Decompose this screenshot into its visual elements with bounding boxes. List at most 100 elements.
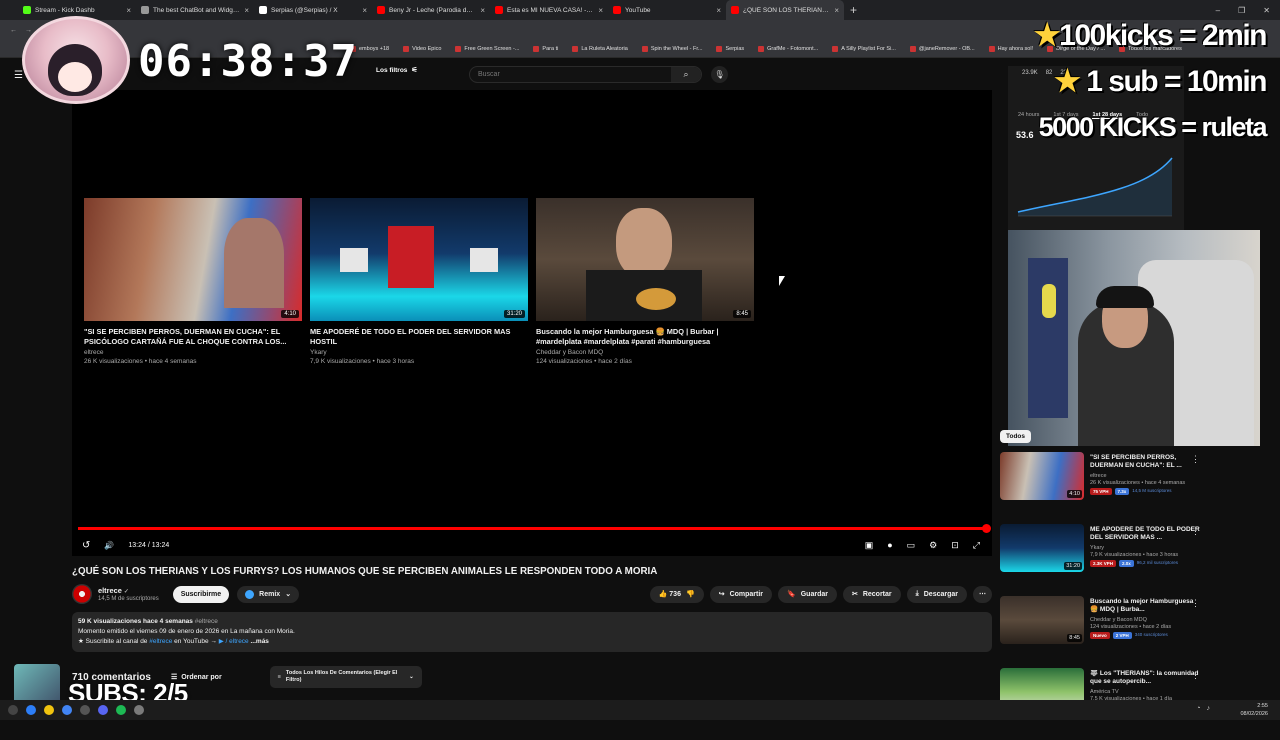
close-tab-icon[interactable]: × xyxy=(244,6,249,15)
recommendation-thumbnail[interactable]: 31:20 xyxy=(1000,524,1084,572)
more-actions-button[interactable]: ⋯ xyxy=(973,585,992,603)
more-options-icon[interactable]: ⋮ xyxy=(1191,598,1200,609)
range-tab[interactable]: 24 hours xyxy=(1018,112,1039,119)
recommendation-title[interactable]: ME APODERÉ DE TODO EL PODER DEL SERVIDOR… xyxy=(1090,526,1200,542)
browser-tab[interactable]: The best ChatBot and Widgets × xyxy=(136,0,254,20)
bookmark-item[interactable]: Free Green Screen -... xyxy=(455,45,519,52)
recommendation-title[interactable]: Buscando la mejor Hamburguesa 🍔 MDQ | Bu… xyxy=(1090,598,1200,614)
save-button[interactable]: 🔖 Guardar xyxy=(778,585,837,603)
close-tab-icon[interactable]: × xyxy=(126,6,131,15)
endcard-title[interactable]: Buscando la mejor Hamburguesa 🍔 MDQ | Bu… xyxy=(536,327,754,347)
browser-tab[interactable]: YouTube × xyxy=(608,0,726,20)
browser-tab[interactable]: Beny Jr - Leche (Parodia de BO × xyxy=(372,0,490,20)
browser-tab[interactable]: ¿QUÉ SON LOS THERIANS Y LO × xyxy=(726,0,844,20)
progress-knob[interactable] xyxy=(982,524,991,533)
wifi-icon[interactable]: ◔ xyxy=(1196,705,1200,712)
recommendation-item[interactable]: 4:10 "SI SE PERCIBEN PERROS, DUERMAN EN C… xyxy=(1000,452,1210,524)
endcard-title[interactable]: "SI SE PERCIBEN PERROS, DUERMAN EN CUCHA… xyxy=(84,327,302,347)
recommendation-channel[interactable]: América TV xyxy=(1090,689,1200,695)
recommendation-item[interactable]: 8:45 Buscando la mejor Hamburguesa 🍔 MDQ … xyxy=(1000,596,1210,668)
recommendation-item[interactable]: 31:20 ME APODERÉ DE TODO EL PODER DEL SER… xyxy=(1000,524,1210,596)
spotify-icon[interactable] xyxy=(116,705,126,715)
folder-icon[interactable] xyxy=(44,705,54,715)
close-tab-icon[interactable]: × xyxy=(598,6,603,15)
bookmark-item[interactable]: @janeRemover - OB... xyxy=(909,45,975,52)
bookmark-item[interactable]: Video Epico xyxy=(403,45,441,52)
replay-icon[interactable]: ↺ xyxy=(82,540,90,551)
discord-icon[interactable] xyxy=(98,705,108,715)
endcard-video[interactable]: 4:10 "SI SE PERCIBEN PERROS, DUERMAN EN … xyxy=(84,198,302,365)
chrome-icon[interactable] xyxy=(62,705,72,715)
forward-icon[interactable]: → xyxy=(25,27,32,34)
minimize-button[interactable]: – xyxy=(1216,6,1220,15)
description-hashtag-link[interactable]: #eltrece xyxy=(149,638,172,645)
obs-icon[interactable] xyxy=(134,705,144,715)
subscribe-button[interactable]: Suscribirme xyxy=(172,585,230,603)
close-tab-icon[interactable]: × xyxy=(480,6,485,15)
endcard-video[interactable]: 8:45 Buscando la mejor Hamburguesa 🍔 MDQ… xyxy=(536,198,754,365)
remix-button[interactable]: Remix ⌄ xyxy=(237,585,300,603)
show-more-link[interactable]: ...más xyxy=(251,638,269,645)
more-options-icon[interactable]: ⋮ xyxy=(1191,454,1200,465)
more-options-icon[interactable]: ⋮ xyxy=(1191,526,1200,537)
recommendation-title[interactable]: "SI SE PERCIBEN PERROS, DUERMAN EN CUCHA… xyxy=(1090,454,1200,470)
recommendation-thumbnail[interactable]: 8:45 xyxy=(1000,596,1084,644)
dislike-button[interactable]: 👎 xyxy=(686,590,695,598)
recommendation-channel[interactable]: Ykary xyxy=(1090,545,1200,551)
endcard-thumbnail[interactable]: 31:20 xyxy=(310,198,528,321)
browser-tab[interactable]: Esta es MI NUEVA CASA! - Yo × xyxy=(490,0,608,20)
bookmark-item[interactable]: Para ti xyxy=(533,45,558,52)
bookmark-item[interactable]: La Ruleta Aleatoria xyxy=(572,45,628,52)
recommendation-channel[interactable]: Cheddar y Bacon MDQ xyxy=(1090,617,1200,623)
new-tab-button[interactable]: + xyxy=(850,3,857,17)
theater-icon[interactable]: ⊡ xyxy=(951,540,959,551)
fullscreen-icon[interactable]: ⤢ xyxy=(973,540,980,551)
endcard-video[interactable]: 31:20 ME APODERÉ DE TODO EL PODER DEL SE… xyxy=(310,198,528,365)
recommendation-channel[interactable]: eltrece xyxy=(1090,473,1200,479)
description-box[interactable]: 59 K visualizaciones hace 4 semanas #elt… xyxy=(72,612,992,652)
app-icon[interactable] xyxy=(80,705,90,715)
more-options-icon[interactable]: ⋮ xyxy=(1191,670,1200,681)
description-hashtag[interactable]: #eltrece xyxy=(195,618,218,625)
progress-bar[interactable] xyxy=(78,524,991,533)
recommendation-thumbnail[interactable]: 4:10 xyxy=(1000,452,1084,500)
volume-icon[interactable]: ♪ xyxy=(1207,705,1211,712)
bookmark-item[interactable]: GrafMe - Fotomont... xyxy=(758,45,818,52)
download-button[interactable]: ⤓ Descargar xyxy=(906,585,967,603)
search-input[interactable] xyxy=(470,71,671,78)
bookmark-item[interactable]: Serpias xyxy=(716,45,744,52)
mic-icon[interactable]: 🎙 xyxy=(711,66,728,83)
like-button[interactable]: 👍 736 xyxy=(659,590,681,598)
description-channel-link[interactable]: ▶ / eltrece xyxy=(219,638,249,645)
close-window-button[interactable]: ✕ xyxy=(1263,6,1270,15)
miniplayer-icon[interactable]: ▣ xyxy=(865,540,874,551)
endcard-channel[interactable]: Cheddar y Bacon MDQ xyxy=(536,349,754,356)
clip-button[interactable]: ✂ Recortar xyxy=(842,585,901,603)
menu-icon[interactable]: ☰ xyxy=(14,70,23,81)
sidebar-filter-chip-all[interactable]: Todos xyxy=(1000,430,1032,443)
app-icon[interactable] xyxy=(26,705,36,715)
settings-icon[interactable]: ⚙ xyxy=(929,540,937,551)
endcard-channel[interactable]: Ykary xyxy=(310,349,528,356)
maximize-button[interactable]: ❐ xyxy=(1238,6,1245,15)
endcard-thumbnail[interactable]: 4:10 xyxy=(84,198,302,321)
clock[interactable]: 2:55 08/02/2026 xyxy=(1240,702,1268,718)
endcard-channel[interactable]: eltrece xyxy=(84,349,302,356)
autoplay-icon[interactable]: ● xyxy=(887,540,892,551)
endcard-thumbnail[interactable]: 8:45 xyxy=(536,198,754,321)
bookmark-item[interactable]: Spin the Wheel - Fr... xyxy=(641,45,702,52)
comment-filter-dropdown[interactable]: ≡ Todos Los Hilos De Comentarios (Elegir … xyxy=(269,666,422,688)
bookmark-item[interactable]: A Silly Playlist For Si... xyxy=(832,45,896,52)
filters-button[interactable]: Los filtros ⚟ xyxy=(376,66,418,75)
share-button[interactable]: ↪ Compartir xyxy=(709,585,773,603)
channel-avatar[interactable] xyxy=(72,584,92,604)
recommendation-title[interactable]: 🐺 Los "THERIANS": la comunidad que se au… xyxy=(1090,670,1200,686)
back-icon[interactable]: ← xyxy=(10,27,17,34)
endcard-title[interactable]: ME APODERÉ DE TODO EL PODER DEL SERVIDOR… xyxy=(310,327,528,347)
volume-icon[interactable]: 🔊 xyxy=(104,541,114,550)
start-icon[interactable] xyxy=(8,705,18,715)
close-tab-icon[interactable]: × xyxy=(362,6,367,15)
subtitles-icon[interactable]: ▭ xyxy=(907,540,916,551)
close-tab-icon[interactable]: × xyxy=(716,6,721,15)
bookmark-item[interactable]: Hay ahora sol! xyxy=(988,45,1033,52)
